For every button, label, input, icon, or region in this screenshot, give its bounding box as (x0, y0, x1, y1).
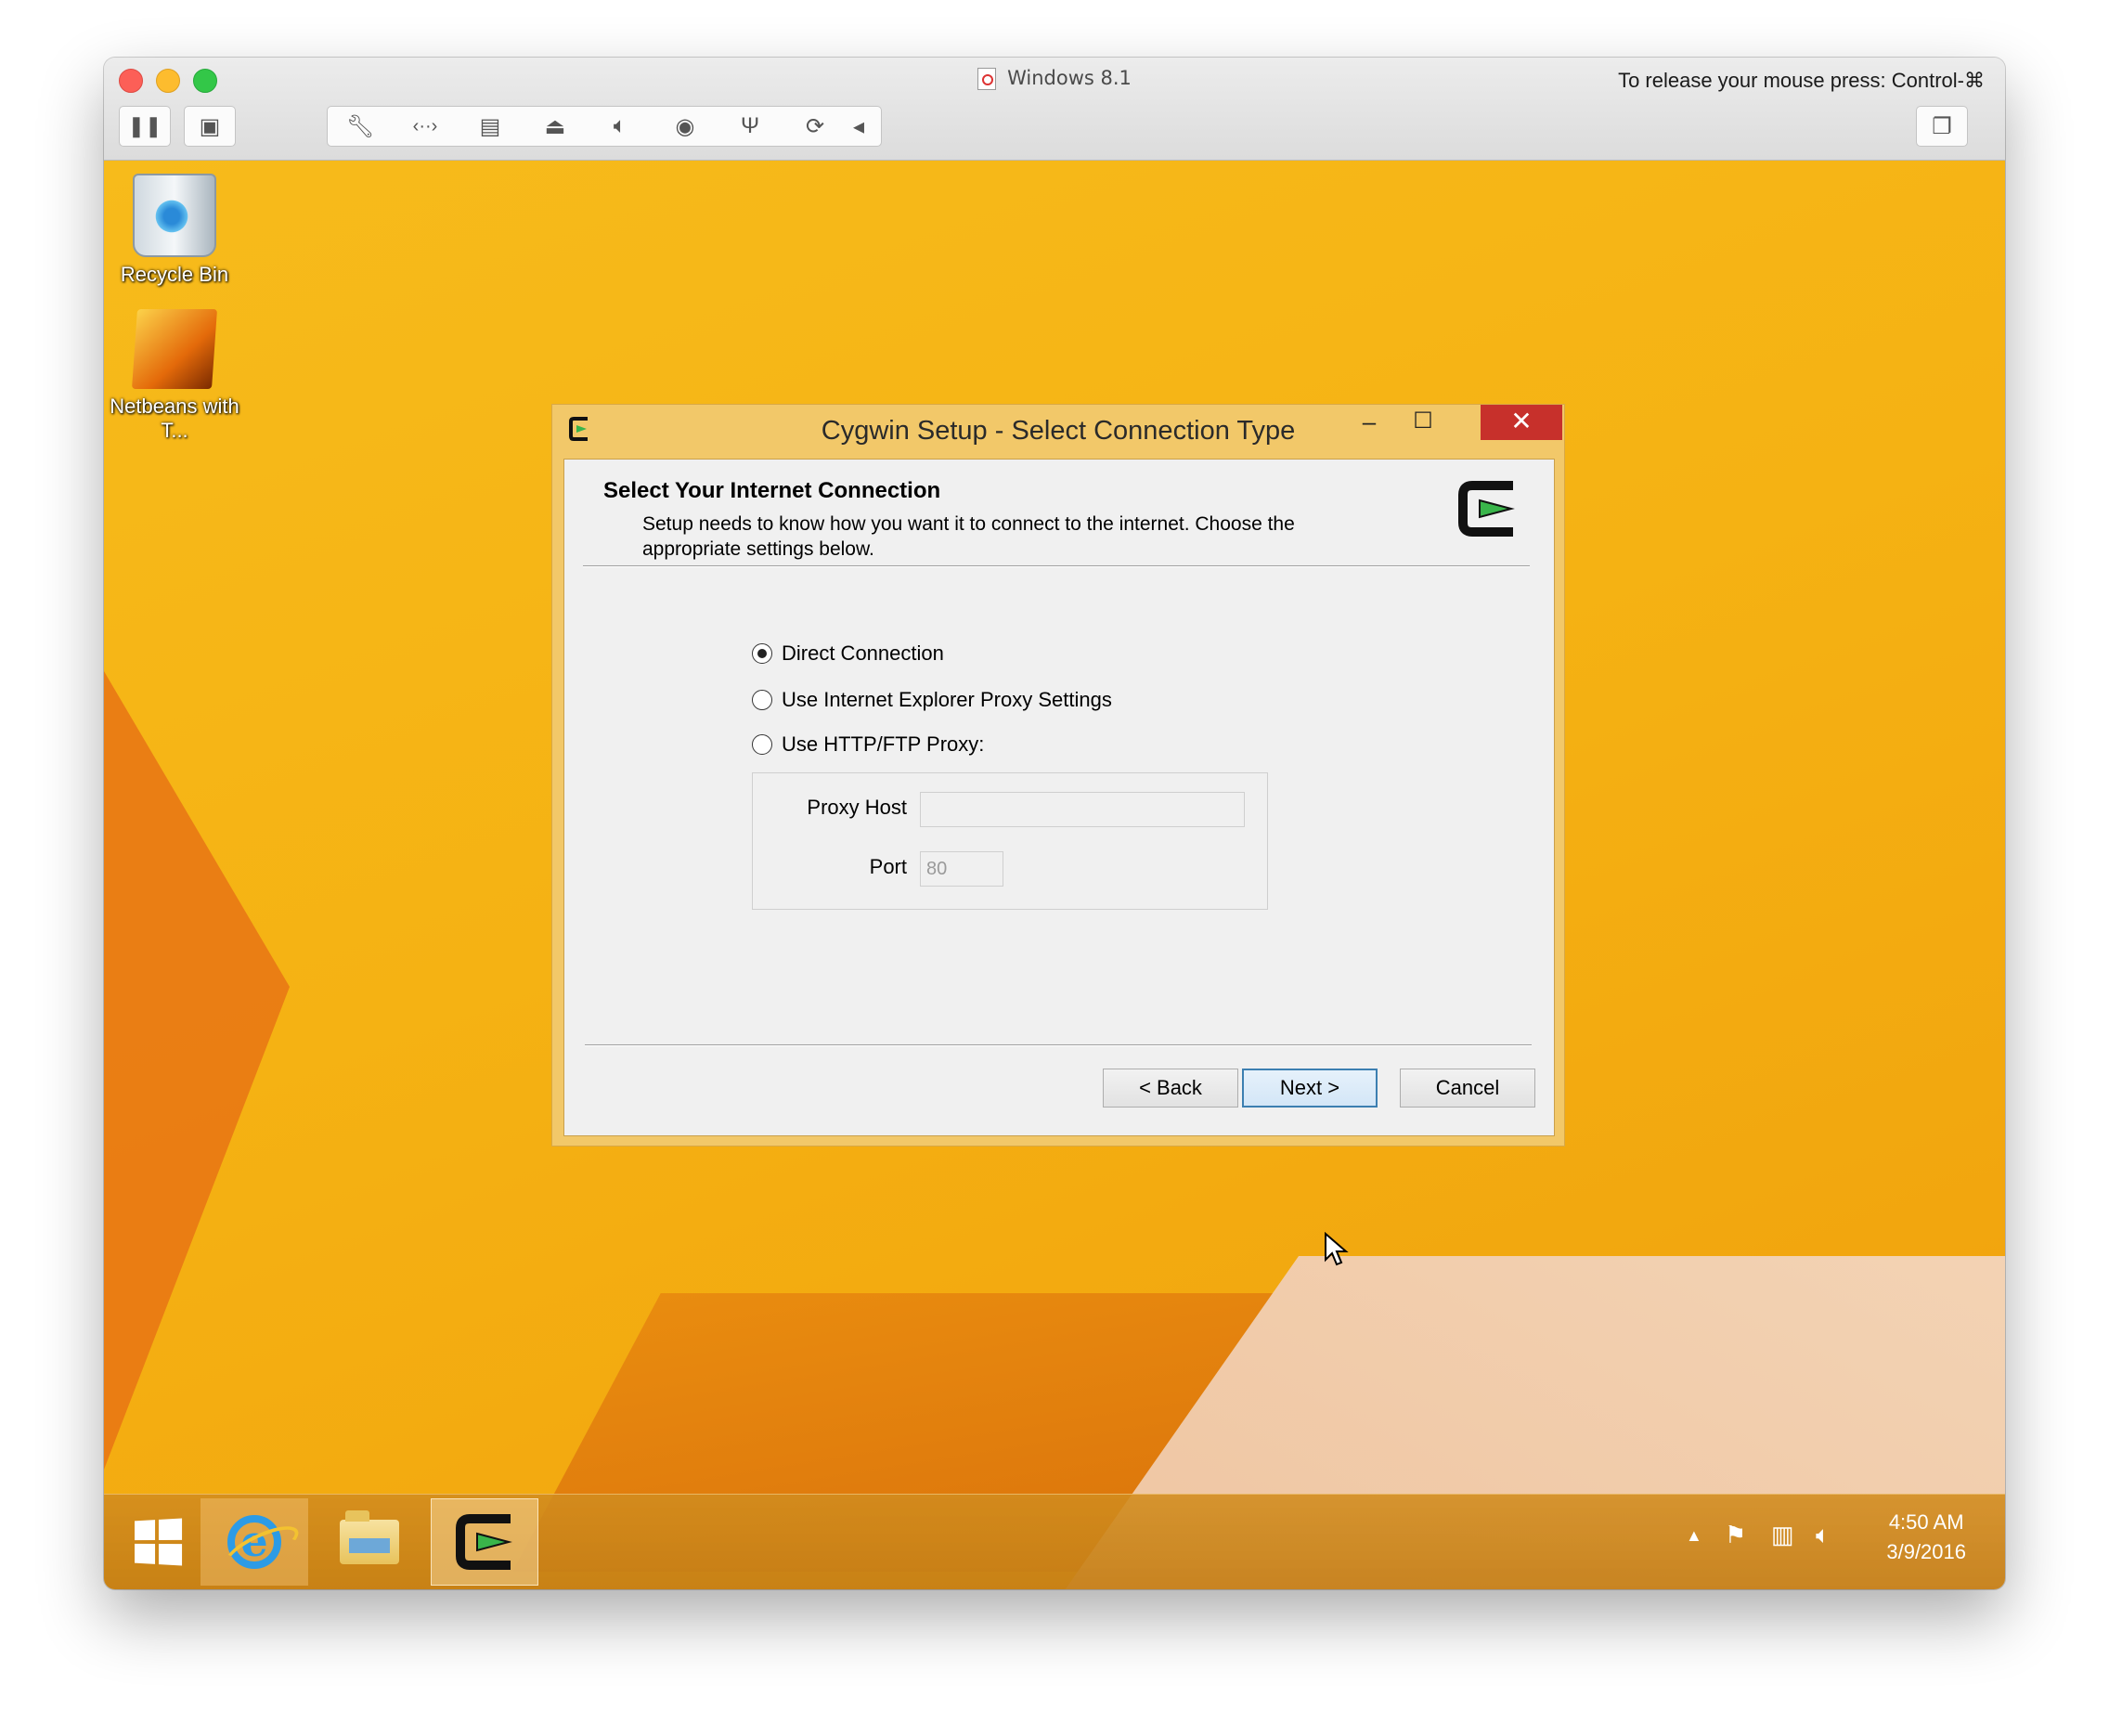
pause-button[interactable]: ❚❚ (119, 106, 171, 147)
netbeans-icon (131, 309, 218, 389)
recycle-bin-icon (133, 174, 216, 257)
port-label: Port (869, 855, 907, 878)
next-button[interactable]: Next > (1242, 1069, 1378, 1108)
clock-date: 3/9/2016 (1886, 1540, 1966, 1563)
header-separator (583, 565, 1530, 567)
device-toolbar: 🔧︎ ‹··› ▤ ⏏ 🔈︎ ◉ Ψ ⟳ ◂ (327, 106, 882, 147)
taskbar-internet-explorer[interactable]: e (201, 1498, 308, 1586)
radio-label: Use HTTP/FTP Proxy: (782, 732, 985, 756)
window-mode-button[interactable]: ❐ (1916, 106, 1968, 147)
network-icon[interactable]: ▥ (1771, 1521, 1794, 1549)
windows-logo-icon (135, 1518, 183, 1566)
radio-button[interactable] (752, 734, 772, 755)
wrench-icon[interactable]: 🔧︎ (328, 113, 393, 140)
mac-title-bar: Windows 8.1 To release your mouse press:… (104, 58, 2005, 161)
dialog-title-bar[interactable]: Cygwin Setup - Select Connection Type – … (552, 405, 1564, 457)
action-center-flag-icon[interactable]: ⚑ (1725, 1521, 1746, 1549)
cygwin-icon (456, 1514, 512, 1570)
clock-time: 4:50 AM (1888, 1510, 1964, 1534)
radio-http-ftp-proxy[interactable]: Use HTTP/FTP Proxy: (752, 732, 984, 757)
snapshot-icon: ▣ (199, 113, 221, 139)
snapshot-button[interactable]: ▣ (184, 106, 236, 147)
back-button[interactable]: < Back (1103, 1069, 1238, 1108)
pause-icon: ❚❚ (127, 114, 162, 137)
dialog-close-button[interactable]: ✕ (1481, 405, 1562, 440)
cygwin-logo-icon (1458, 481, 1515, 537)
port-input[interactable] (920, 851, 1003, 887)
wallpaper-shape (104, 671, 290, 1470)
camera-icon[interactable]: ◉ (653, 113, 718, 140)
start-button[interactable] (115, 1498, 199, 1586)
internet-explorer-icon: e (227, 1515, 281, 1569)
proxy-host-label: Proxy Host (807, 796, 907, 819)
dialog-body: Select Your Internet Connection Setup ne… (563, 459, 1555, 1136)
windows-desktop: Recycle Bin Netbeans with T... Cygwin Se… (104, 161, 2005, 1589)
proxy-host-input[interactable] (920, 792, 1245, 827)
proxy-settings-group: Proxy Host Port (752, 772, 1268, 910)
desktop-icon-recycle-bin[interactable]: Recycle Bin (105, 174, 244, 287)
speaker-icon[interactable]: 🔈︎ (588, 113, 653, 139)
mouse-cursor-icon (1325, 1232, 1349, 1266)
collapse-arrow-icon[interactable]: ◂ (847, 113, 870, 140)
radio-label: Direct Connection (782, 641, 944, 665)
window-title-text: Windows 8.1 (1007, 67, 1132, 89)
page-description: Setup needs to know how you want it to c… (642, 513, 1295, 560)
taskbar-file-explorer[interactable] (316, 1498, 423, 1586)
desktop-icon-label: Netbeans with T... (110, 395, 239, 442)
radio-direct-connection[interactable]: Direct Connection (752, 641, 944, 666)
taskbar-clock[interactable]: 4:50 AM 3/9/2016 (1886, 1508, 1966, 1567)
mouse-release-hint: To release your mouse press: Control-⌘ (1618, 69, 1985, 92)
radio-ie-proxy[interactable]: Use Internet Explorer Proxy Settings (752, 688, 1112, 712)
desktop-icon-netbeans[interactable]: Netbeans with T... (105, 309, 244, 443)
hard-disk-icon[interactable]: ▤ (458, 113, 523, 140)
desktop-icon-label: Recycle Bin (120, 263, 229, 286)
radio-button[interactable] (752, 690, 772, 710)
volume-icon[interactable]: 🔈︎ (1816, 1521, 1831, 1550)
radio-label: Use Internet Explorer Proxy Settings (782, 688, 1112, 711)
taskbar: e ▲ ⚑ ▥ 🔈︎ 4:50 AM 3/9/2016 (104, 1494, 2005, 1589)
parallels-vm-window: Windows 8.1 To release your mouse press:… (104, 58, 2005, 1589)
network-icon[interactable]: ‹··› (393, 116, 458, 137)
taskbar-cygwin[interactable] (431, 1498, 538, 1586)
usb-icon[interactable]: Ψ (718, 113, 783, 139)
file-explorer-icon (340, 1510, 399, 1564)
vm-document-icon (977, 68, 997, 90)
cygwin-setup-dialog: Cygwin Setup - Select Connection Type – … (551, 404, 1565, 1147)
shared-folders-icon[interactable]: ⟳ (783, 113, 847, 140)
radio-button[interactable] (752, 643, 772, 664)
page-title: Select Your Internet Connection (603, 478, 941, 503)
window-mode-icon: ❐ (1932, 113, 1952, 139)
dialog-minimize-button[interactable]: – (1341, 405, 1397, 440)
cancel-button[interactable]: Cancel (1400, 1069, 1535, 1108)
show-hidden-icons-icon[interactable]: ▲ (1686, 1526, 1702, 1546)
footer-separator (585, 1044, 1532, 1046)
optical-drive-icon[interactable]: ⏏ (523, 113, 588, 140)
dialog-maximize-button[interactable]: ☐ (1395, 405, 1451, 440)
